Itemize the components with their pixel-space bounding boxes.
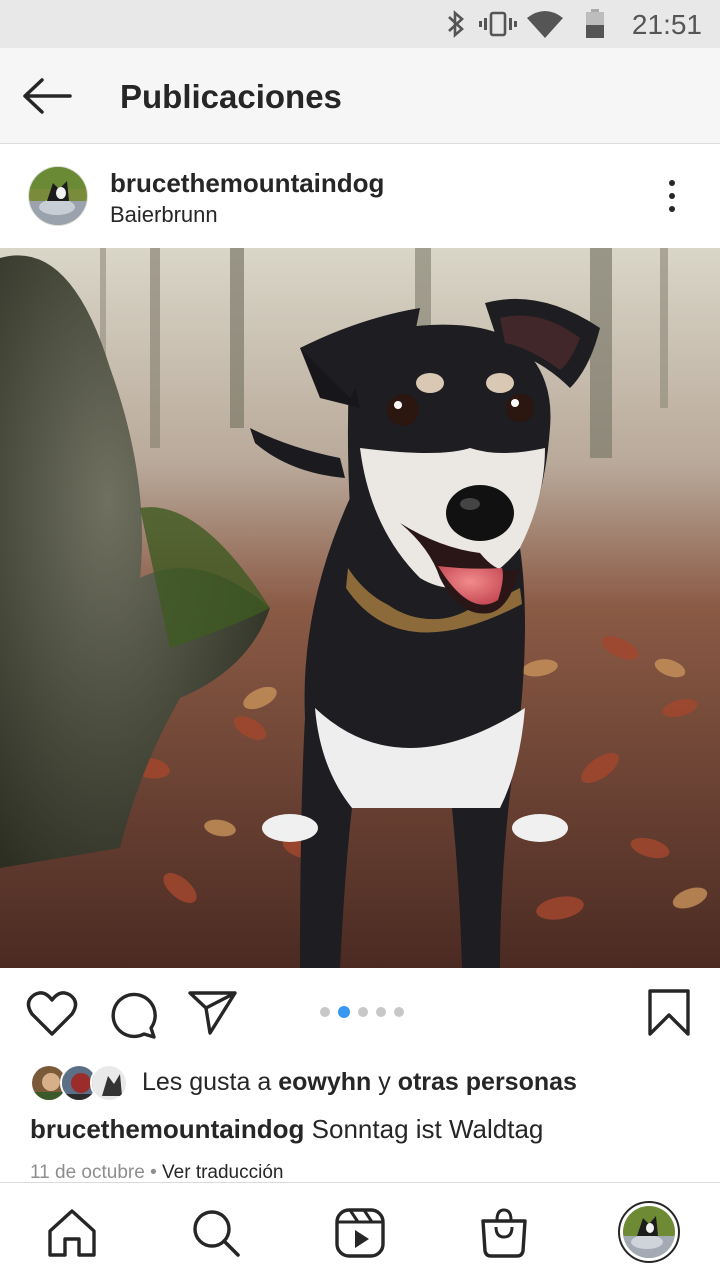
post-actions — [0, 968, 720, 1058]
post-meta: 11 de octubre • Ver traducción — [30, 1162, 283, 1184]
back-arrow-icon[interactable] — [20, 76, 76, 116]
bookmark-icon[interactable] — [646, 988, 692, 1038]
liker-avatars — [30, 1064, 130, 1104]
comment-icon[interactable] — [108, 990, 158, 1040]
likes-prefix: Les gusta a — [142, 1068, 279, 1096]
vibrate-icon — [479, 11, 517, 37]
post-photo[interactable] — [0, 248, 720, 968]
meta-separator: • — [144, 1162, 163, 1183]
likes-user[interactable]: eowyhn — [278, 1068, 371, 1096]
likes-text: Les gusta a eowyhn y otras personas — [142, 1068, 577, 1097]
carousel-dot — [320, 1007, 330, 1017]
post-header: brucethemountaindog Baierbrunn — [0, 146, 720, 248]
post-username[interactable]: brucethemountaindog — [110, 168, 384, 199]
likes-row[interactable]: Les gusta a eowyhn y otras personas — [30, 1062, 710, 1106]
carousel-dot-active — [338, 1006, 350, 1018]
profile-tab-avatar[interactable] — [618, 1201, 680, 1263]
status-time: 21:51 — [631, 9, 702, 40]
carousel-dot — [358, 1007, 368, 1017]
heart-icon[interactable] — [26, 990, 78, 1038]
likes-connector: y — [371, 1068, 398, 1096]
page-title: Publicaciones — [120, 78, 342, 115]
send-icon[interactable] — [188, 990, 238, 1036]
caption-text: Sonntag ist Waldtag — [304, 1114, 544, 1144]
post-date: 11 de octubre — [30, 1162, 145, 1183]
caption-username[interactable]: brucethemountaindog — [30, 1114, 304, 1144]
shop-icon[interactable] — [478, 1207, 530, 1259]
top-header: Publicaciones — [0, 48, 720, 144]
more-vertical-icon[interactable] — [656, 176, 688, 216]
battery-icon — [586, 9, 604, 38]
likes-others[interactable]: otras personas — [398, 1068, 577, 1096]
carousel-indicator — [320, 1006, 404, 1018]
carousel-dot — [376, 1007, 386, 1017]
search-icon[interactable] — [190, 1207, 242, 1259]
home-icon[interactable] — [46, 1207, 98, 1259]
user-avatar[interactable] — [28, 166, 88, 226]
post-location[interactable]: Baierbrunn — [110, 202, 218, 228]
reels-icon[interactable] — [334, 1207, 386, 1259]
bluetooth-icon — [448, 10, 464, 38]
status-bar: 21:51 — [0, 0, 720, 48]
liker-avatar — [90, 1064, 128, 1102]
carousel-dot — [394, 1007, 404, 1017]
bottom-navigation — [0, 1182, 720, 1280]
post-caption: brucethemountaindog Sonntag ist Waldtag — [30, 1114, 543, 1145]
translate-link[interactable]: Ver traducción — [162, 1162, 283, 1183]
wifi-icon — [527, 11, 563, 38]
